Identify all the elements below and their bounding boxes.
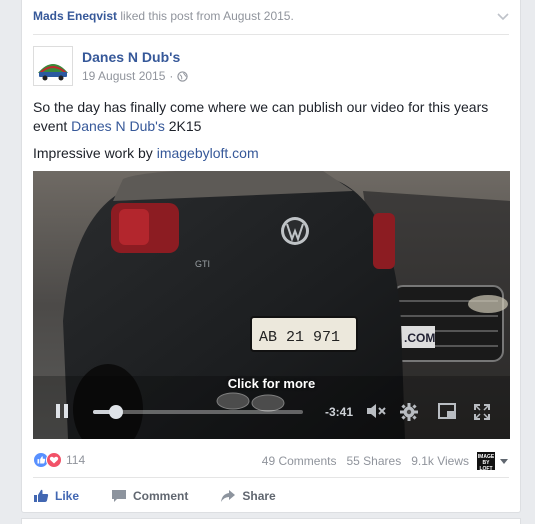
badge-line-3: LOFT bbox=[479, 466, 493, 472]
share-label: Share bbox=[242, 489, 276, 503]
dot-separator: · bbox=[169, 69, 174, 83]
caret-down-icon[interactable] bbox=[499, 456, 509, 466]
license-plate-text: AB 21 971 bbox=[259, 329, 340, 346]
page-avatar[interactable] bbox=[33, 46, 73, 86]
post-stats: 114 49 Comments 55 Shares 9.1k Views IMA… bbox=[33, 452, 509, 472]
post-text-2: Impressive work by bbox=[33, 145, 157, 161]
post-actions: Like Comment Share bbox=[33, 486, 509, 506]
love-reaction-icon bbox=[46, 452, 62, 468]
click-for-more-label[interactable]: Click for more bbox=[33, 376, 510, 391]
story-action-text: liked this post from August 2015. bbox=[117, 9, 294, 23]
divider bbox=[33, 477, 509, 478]
post-text-end: 2K15 bbox=[164, 118, 202, 134]
like-label: Like bbox=[55, 489, 80, 503]
grille-text: .COM bbox=[404, 331, 435, 345]
gear-icon[interactable] bbox=[400, 403, 418, 421]
views-count: 9.1k Views bbox=[411, 454, 469, 468]
comment-button[interactable]: Comment bbox=[111, 489, 188, 503]
picture-in-picture-icon[interactable] bbox=[438, 403, 456, 419]
external-link[interactable]: imagebyloft.com bbox=[157, 145, 259, 161]
svg-text:GTI: GTI bbox=[195, 259, 210, 269]
post-meta: 19 August 2015 · bbox=[82, 69, 189, 83]
video-scrubber-handle[interactable] bbox=[109, 405, 124, 419]
danes-n-dubs-logo bbox=[34, 47, 72, 85]
comments-count-link[interactable]: 49 Comments bbox=[262, 454, 337, 468]
muted-volume-icon[interactable] bbox=[366, 403, 388, 419]
tagged-page-link[interactable]: Danes N Dub's bbox=[71, 118, 165, 134]
post-paragraph-2: Impressive work by imagebyloft.com bbox=[33, 144, 508, 163]
video-player[interactable]: .COM GTI AB 21 971 Click for more -3:41 bbox=[33, 171, 510, 439]
post-date[interactable]: 19 August 2015 bbox=[82, 69, 165, 83]
story-header: Mads Eneqvist liked this post from Augus… bbox=[33, 9, 510, 23]
fullscreen-icon[interactable] bbox=[473, 403, 491, 421]
shares-count-link[interactable]: 55 Shares bbox=[346, 454, 401, 468]
thumbs-up-icon bbox=[34, 489, 49, 502]
reactions-summary[interactable]: 114 bbox=[33, 452, 85, 468]
page-name-link[interactable]: Danes N Dub's bbox=[82, 49, 180, 65]
next-story-card bbox=[21, 518, 521, 524]
chevron-down-icon[interactable] bbox=[496, 9, 510, 23]
video-controls: -3:41 bbox=[33, 395, 510, 425]
like-button[interactable]: Like bbox=[33, 489, 79, 503]
engagement-counts: 49 Comments 55 Shares 9.1k Views IMAGE B… bbox=[262, 452, 509, 472]
divider bbox=[33, 34, 509, 35]
comment-label: Comment bbox=[133, 489, 189, 503]
reaction-count[interactable]: 114 bbox=[66, 453, 85, 467]
pause-icon[interactable] bbox=[55, 403, 69, 419]
video-time-remaining: -3:41 bbox=[325, 405, 354, 419]
imagebyloft-logo[interactable]: IMAGE BY LOFT bbox=[477, 452, 495, 472]
feed-story-card: Mads Eneqvist liked this post from Augus… bbox=[21, 0, 521, 513]
share-button[interactable]: Share bbox=[220, 489, 276, 503]
video-progress-bar[interactable] bbox=[93, 405, 303, 419]
story-actor-link[interactable]: Mads Eneqvist bbox=[33, 9, 117, 23]
globe-icon bbox=[177, 70, 189, 82]
post-paragraph-1: So the day has finally come where we can… bbox=[33, 98, 508, 136]
share-arrow-icon bbox=[221, 490, 236, 502]
comment-icon bbox=[112, 490, 127, 502]
post-body: So the day has finally come where we can… bbox=[33, 98, 508, 171]
